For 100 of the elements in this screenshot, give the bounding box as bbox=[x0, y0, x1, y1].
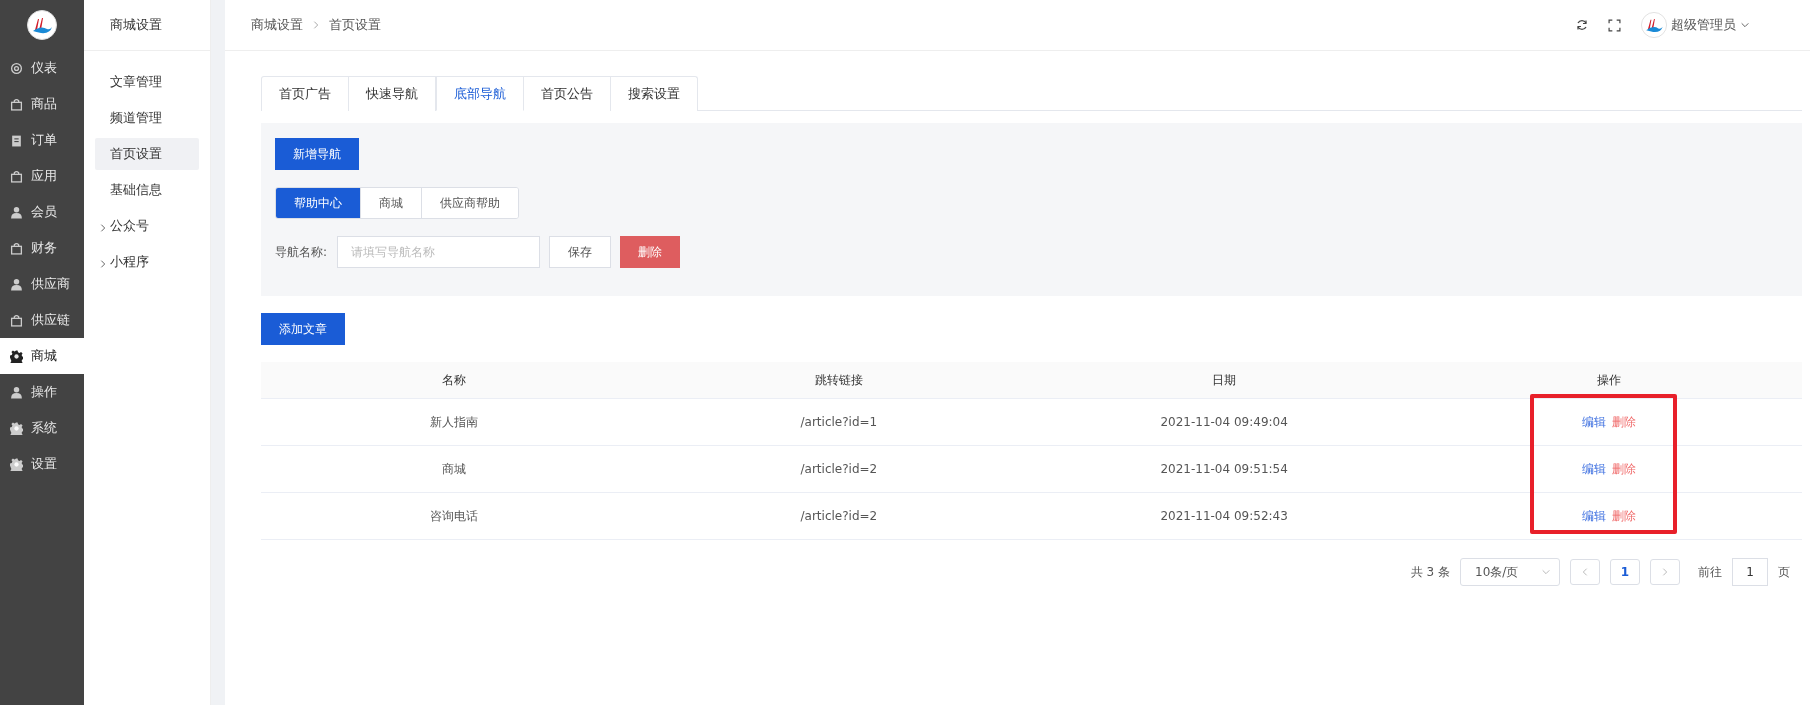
avatar-icon bbox=[1641, 12, 1667, 38]
nav-item[interactable]: 供应商 bbox=[0, 266, 84, 302]
nav-label: 财务 bbox=[31, 239, 57, 257]
tab[interactable]: 底部导航 bbox=[436, 76, 524, 111]
goto-label: 前往 bbox=[1698, 563, 1722, 581]
table-cell: 商城 bbox=[261, 446, 647, 493]
nav-label: 应用 bbox=[31, 167, 57, 185]
sub-nav-item[interactable]: 小程序 bbox=[95, 246, 199, 278]
nav-group-button[interactable]: 帮助中心 bbox=[276, 188, 360, 218]
column-header: 操作 bbox=[1416, 362, 1802, 399]
breadcrumb-separator-icon bbox=[311, 20, 321, 30]
column-header: 日期 bbox=[1031, 362, 1417, 399]
user-name: 超级管理员 bbox=[1671, 16, 1736, 34]
breadcrumb-item[interactable]: 商城设置 bbox=[251, 16, 303, 34]
gear-icon bbox=[10, 457, 23, 471]
page-size-select[interactable]: 10条/页 bbox=[1460, 558, 1560, 586]
table-cell: 2021-11-04 09:51:54 bbox=[1031, 446, 1417, 493]
bag-icon bbox=[10, 241, 23, 255]
sub-nav-label: 频道管理 bbox=[110, 109, 162, 127]
person-icon bbox=[10, 205, 23, 219]
tab[interactable]: 搜索设置 bbox=[611, 76, 698, 111]
bag-icon bbox=[10, 313, 23, 327]
nav-group-button[interactable]: 供应商帮助 bbox=[421, 188, 518, 218]
caret-icon bbox=[1740, 20, 1750, 30]
breadcrumb-item[interactable]: 首页设置 bbox=[329, 16, 381, 34]
page-size-value: 10条/页 bbox=[1475, 563, 1519, 581]
tab[interactable]: 快速导航 bbox=[349, 76, 436, 111]
gear-icon bbox=[10, 421, 23, 435]
nav-item[interactable]: 设置 bbox=[0, 446, 84, 482]
field-label: 导航名称: bbox=[275, 243, 328, 261]
nav-item[interactable]: 商城 bbox=[0, 338, 84, 374]
nav-item[interactable]: 系统 bbox=[0, 410, 84, 446]
add-article-button[interactable]: 添加文章 bbox=[261, 313, 345, 345]
nav-item[interactable]: 供应链 bbox=[0, 302, 84, 338]
refresh-icon[interactable] bbox=[1576, 19, 1588, 31]
sub-nav-item[interactable]: 基础信息 bbox=[95, 174, 199, 206]
tab[interactable]: 首页广告 bbox=[261, 76, 349, 111]
gauge-icon bbox=[10, 61, 23, 75]
nav-label: 设置 bbox=[31, 455, 57, 473]
nav-label: 仪表 bbox=[31, 59, 57, 77]
table-cell: 新人指南 bbox=[261, 399, 647, 446]
sub-nav-item[interactable]: 首页设置 bbox=[95, 138, 199, 170]
chevron-icon bbox=[98, 223, 108, 233]
sub-nav-item[interactable]: 频道管理 bbox=[95, 102, 199, 134]
logo-icon bbox=[27, 10, 57, 40]
clipboard-icon bbox=[10, 133, 23, 147]
add-nav-button[interactable]: 新增导航 bbox=[275, 138, 359, 170]
nav-item[interactable]: 财务 bbox=[0, 230, 84, 266]
sub-nav-label: 公众号 bbox=[110, 217, 149, 235]
person-icon bbox=[10, 277, 23, 291]
table-cell: 2021-11-04 09:49:04 bbox=[1031, 399, 1417, 446]
sub-nav-label: 基础信息 bbox=[110, 181, 162, 199]
edit-link[interactable]: 编辑 bbox=[1582, 413, 1607, 431]
edit-link[interactable]: 编辑 bbox=[1582, 507, 1607, 525]
page-unit: 页 bbox=[1778, 563, 1790, 581]
caret-icon bbox=[1541, 567, 1551, 577]
chevron-left-icon bbox=[1580, 567, 1590, 577]
goto-page-input[interactable]: 1 bbox=[1732, 558, 1768, 586]
edit-link[interactable]: 编辑 bbox=[1582, 460, 1607, 478]
sub-nav-item[interactable]: 公众号 bbox=[95, 210, 199, 242]
table-cell: /article?id=1 bbox=[646, 399, 1032, 446]
total-count: 共 3 条 bbox=[1410, 563, 1450, 581]
bag-icon bbox=[10, 169, 23, 183]
nav-label: 订单 bbox=[31, 131, 57, 149]
user-menu[interactable]: 超级管理员 bbox=[1641, 12, 1750, 38]
bag-icon bbox=[10, 97, 23, 111]
nav-item[interactable]: 订单 bbox=[0, 122, 84, 158]
save-button[interactable]: 保存 bbox=[549, 236, 612, 268]
delete-button[interactable]: 删除 bbox=[620, 236, 681, 268]
sub-nav-title: 商城设置 bbox=[84, 0, 210, 51]
nav-label: 系统 bbox=[31, 419, 57, 437]
table-cell: 2021-11-04 09:52:43 bbox=[1031, 493, 1417, 540]
nav-label: 商城 bbox=[31, 347, 57, 365]
nav-label: 操作 bbox=[31, 383, 57, 401]
nav-label: 供应链 bbox=[31, 311, 70, 329]
chevron-icon bbox=[98, 259, 108, 269]
sub-nav-label: 首页设置 bbox=[110, 145, 162, 163]
sub-nav-label: 文章管理 bbox=[110, 73, 162, 91]
table-cell: /article?id=2 bbox=[646, 446, 1032, 493]
nav-item[interactable]: 会员 bbox=[0, 194, 84, 230]
chevron-right-icon bbox=[1660, 567, 1670, 577]
table-cell: /article?id=2 bbox=[646, 493, 1032, 540]
nav-name-input[interactable]: 请填写导航名称 bbox=[337, 236, 541, 268]
page-button[interactable]: 1 bbox=[1610, 559, 1640, 585]
column-header: 跳转链接 bbox=[646, 362, 1032, 399]
sub-nav-item[interactable]: 文章管理 bbox=[95, 66, 199, 98]
nav-label: 商品 bbox=[31, 95, 57, 113]
nav-item[interactable]: 仪表 bbox=[0, 50, 84, 86]
nav-label: 会员 bbox=[31, 203, 57, 221]
nav-label: 供应商 bbox=[31, 275, 70, 293]
column-header: 名称 bbox=[261, 362, 647, 399]
sub-nav-label: 小程序 bbox=[110, 253, 149, 271]
fullscreen-icon[interactable] bbox=[1608, 18, 1621, 32]
tab[interactable]: 首页公告 bbox=[524, 76, 611, 111]
table-cell: 咨询电话 bbox=[261, 493, 647, 540]
person-icon bbox=[10, 385, 23, 399]
nav-item[interactable]: 商品 bbox=[0, 86, 84, 122]
gear-icon bbox=[10, 349, 23, 363]
nav-item[interactable]: 应用 bbox=[0, 158, 84, 194]
nav-item[interactable]: 操作 bbox=[0, 374, 84, 410]
